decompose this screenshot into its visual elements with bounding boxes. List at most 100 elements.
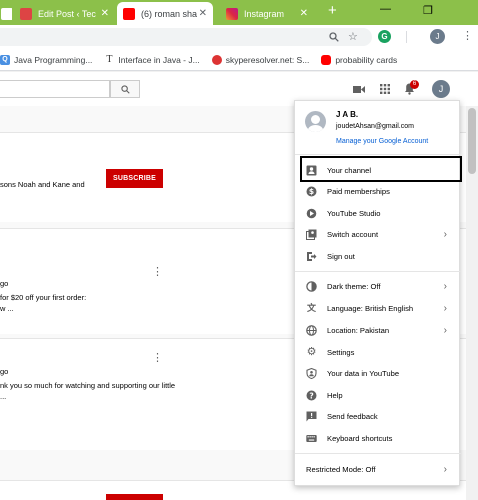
- switch-account-icon: [306, 229, 317, 240]
- menu-item-label: Your data in YouTube: [327, 369, 400, 378]
- menu-item-keyboard-shortcuts[interactable]: Keyboard shortcuts: [295, 428, 461, 449]
- bookmark-favicon-icon: Q: [0, 54, 10, 65]
- new-tab-button[interactable]: +: [328, 2, 337, 19]
- manage-google-account-link[interactable]: Manage your Google Account: [336, 138, 428, 145]
- menu-item-label: Dark theme: Off: [327, 282, 381, 291]
- menu-item-youtube-studio[interactable]: YouTube Studio: [295, 203, 461, 224]
- menu-item-label: Location: Pakistan: [327, 326, 390, 335]
- bookmark-favicon-icon: [211, 54, 222, 65]
- help-icon: ?: [306, 390, 317, 401]
- gear-icon: [306, 208, 317, 219]
- menu-item-switch-account[interactable]: Switch account ›: [295, 224, 461, 245]
- account-menu: J A B. joudetAhsan@gmail.com Manage your…: [294, 100, 462, 486]
- bookmark-probability-cards[interactable]: probability cards: [321, 54, 398, 65]
- subscribe-button[interactable]: [106, 494, 163, 500]
- translate-icon: 文: [306, 303, 316, 313]
- close-tab-icon[interactable]: ✕: [199, 8, 207, 19]
- card-description-more: ...: [0, 392, 7, 401]
- tab-edit-post[interactable]: Edit Post ‹ Tec ✕: [20, 2, 115, 25]
- menu-divider: [295, 154, 461, 155]
- globe-icon: [306, 325, 317, 336]
- search-input[interactable]: [0, 80, 110, 98]
- toolbar-divider: [406, 31, 407, 43]
- menu-item-language[interactable]: 文 Language: British English ›: [295, 298, 461, 319]
- account-email: joudetAhsan@gmail.com: [336, 123, 414, 130]
- tab-instagram[interactable]: Instagram ✕: [218, 2, 314, 25]
- menu-item-dark-theme[interactable]: Dark theme: Off ›: [295, 276, 461, 297]
- shield-person-icon: [306, 368, 317, 379]
- page-scrollbar[interactable]: [466, 106, 478, 500]
- svg-text:?: ?: [309, 391, 313, 400]
- tab-youtube[interactable]: (6) roman sha ✕: [117, 2, 213, 25]
- profile-avatar[interactable]: J: [430, 29, 445, 44]
- scrollbar-thumb[interactable]: [468, 108, 476, 174]
- youtube-favicon-icon: [321, 54, 332, 65]
- chrome-menu-icon[interactable]: ⋮: [462, 29, 473, 42]
- menu-item-label: Switch account: [327, 230, 379, 239]
- bookmark-label: probability cards: [335, 54, 398, 65]
- apps-grid-icon[interactable]: [380, 84, 390, 94]
- more-options-icon[interactable]: ⋮: [152, 265, 163, 278]
- minimize-button[interactable]: —: [380, 3, 391, 15]
- omnibox[interactable]: [0, 28, 372, 46]
- keyboard-icon: [306, 435, 317, 442]
- chevron-right-icon: ›: [443, 229, 447, 240]
- menu-item-sign-out[interactable]: Sign out: [295, 246, 461, 267]
- bookmark-java-programming[interactable]: Q Java Programming...: [0, 54, 93, 65]
- subscribe-button[interactable]: SUBSCRIBE: [106, 169, 163, 188]
- settings-icon: ⚙: [306, 346, 317, 358]
- menu-item-label: Send feedback: [327, 412, 378, 421]
- bookmark-star-icon[interactable]: ☆: [348, 30, 358, 43]
- restore-button[interactable]: ❐: [423, 4, 433, 17]
- bookmark-favicon-icon: T: [106, 53, 113, 65]
- search-icon: [121, 85, 130, 94]
- browser-tab-strip: Edit Post ‹ Tec ✕ (6) roman sha ✕ Instag…: [0, 0, 478, 25]
- sign-out-icon: [307, 252, 317, 261]
- menu-item-label: Paid memberships: [327, 187, 390, 196]
- close-tab-icon[interactable]: ✕: [101, 8, 109, 19]
- chevron-right-icon: ›: [443, 464, 447, 475]
- search-button[interactable]: [110, 80, 140, 98]
- card-meta: go: [0, 279, 9, 288]
- bookmarks-bar: Q Java Programming... T Interface in Jav…: [0, 49, 478, 71]
- menu-item-paid-memberships[interactable]: $ Paid memberships: [295, 181, 461, 202]
- instagram-favicon-icon: [226, 7, 238, 20]
- chevron-right-icon: ›: [443, 281, 447, 292]
- dollar-icon: $: [306, 186, 317, 197]
- account-name: J A B.: [336, 110, 359, 119]
- tab-title: Instagram: [244, 8, 285, 19]
- bookmark-label: Java Programming...: [14, 54, 93, 65]
- menu-divider: [295, 453, 461, 454]
- account-avatar: [305, 111, 326, 132]
- menu-item-help[interactable]: ? Help: [295, 385, 461, 406]
- dark-theme-icon: [306, 281, 317, 292]
- menu-item-label: YouTube Studio: [327, 209, 381, 218]
- menu-divider: [295, 271, 461, 272]
- wordpress-favicon-icon: [20, 7, 32, 20]
- feedback-icon: [306, 411, 317, 422]
- notification-count-badge: 6: [410, 80, 419, 89]
- more-options-icon[interactable]: ⋮: [152, 351, 163, 364]
- card-meta: go: [0, 367, 9, 376]
- account-avatar-button[interactable]: J: [432, 80, 450, 98]
- bookmark-label: skyperesolver.net: S...: [225, 54, 310, 65]
- tab-partial[interactable]: [0, 2, 12, 25]
- menu-item-settings[interactable]: ⚙ Settings: [295, 342, 461, 363]
- menu-item-location[interactable]: Location: Pakistan ›: [295, 320, 461, 341]
- menu-item-label: Language: British English: [327, 304, 414, 313]
- bookmark-label: Interface in Java - J...: [118, 54, 200, 65]
- close-tab-icon[interactable]: ✕: [300, 8, 308, 19]
- menu-item-send-feedback[interactable]: Send feedback: [295, 406, 461, 427]
- bookmark-skyperesolver[interactable]: skyperesolver.net: S...: [211, 54, 310, 65]
- create-video-icon[interactable]: [353, 85, 365, 94]
- menu-item-label: Sign out: [327, 252, 355, 261]
- menu-item-restricted-mode[interactable]: Restricted Mode: Off ›: [295, 459, 461, 480]
- zoom-icon[interactable]: [329, 32, 339, 42]
- chevron-right-icon: ›: [443, 325, 447, 336]
- menu-item-your-data[interactable]: Your data in YouTube: [295, 363, 461, 384]
- bookmark-interface-java[interactable]: T Interface in Java - J...: [104, 53, 200, 65]
- tab-title: (6) roman sha: [141, 8, 198, 19]
- grammarly-extension-icon[interactable]: G: [378, 30, 391, 43]
- chevron-right-icon: ›: [443, 303, 447, 314]
- card-description: sons Noah and Kane and: [0, 180, 85, 189]
